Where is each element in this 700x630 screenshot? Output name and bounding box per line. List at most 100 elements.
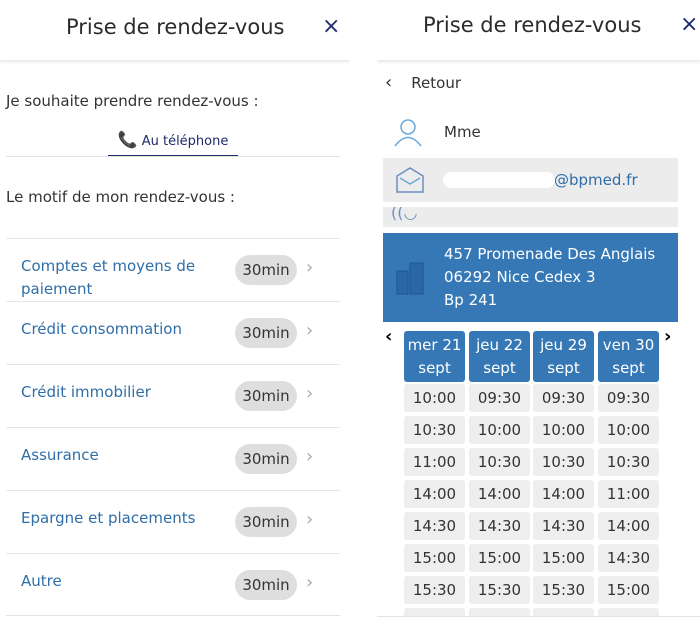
motif-item[interactable]: Comptes et moyens de paiement 30min › <box>6 238 340 301</box>
motif-label: Assurance <box>21 446 99 464</box>
close-icon[interactable]: × <box>322 14 340 39</box>
motif-item[interactable]: Crédit immobilier 30min › <box>6 364 340 427</box>
time-slot[interactable]: 10:30 <box>598 448 659 476</box>
motif-item[interactable]: Epargne et placements 30min › <box>6 490 340 553</box>
back-label: Retour <box>411 74 462 92</box>
close-icon[interactable]: × <box>680 12 698 37</box>
divider <box>377 616 700 617</box>
civility: Mme <box>444 123 481 141</box>
phone-row: ((◡ <box>383 207 678 227</box>
back-button[interactable]: ‹ Retour <box>385 72 461 93</box>
month-label: sept <box>547 359 580 377</box>
time-slot[interactable]: 09:30 <box>469 384 530 412</box>
time-slot[interactable]: 14:30 <box>469 512 530 540</box>
time-slot[interactable]: 15:00 <box>598 576 659 604</box>
motif-item[interactable]: Autre 30min › <box>6 553 340 616</box>
time-slot[interactable]: 15:00 <box>469 544 530 572</box>
header: Prise de rendez-vous × <box>377 0 700 60</box>
page-title: Prise de rendez-vous <box>423 13 642 37</box>
address-line: Bp 241 <box>444 291 498 309</box>
tab-telephone[interactable]: 📞 Au téléphone <box>108 128 238 157</box>
agency-address: 457 Promenade Des Anglais 06292 Nice Ced… <box>383 233 678 322</box>
prompt-label: Je souhaite prendre rendez-vous : <box>6 92 259 110</box>
duration-badge: 30min <box>235 444 297 474</box>
time-slot[interactable]: 16:00 <box>404 608 465 616</box>
time-slot[interactable]: 10:30 <box>533 448 594 476</box>
time-slot[interactable]: 14:30 <box>533 512 594 540</box>
phone-icon: ((◡ <box>391 207 418 222</box>
time-slot[interactable]: 09:30 <box>598 384 659 412</box>
time-slot[interactable]: 09:30 <box>533 384 594 412</box>
time-slot[interactable]: 16:00 <box>469 608 530 616</box>
day-header[interactable]: ven 30 sept <box>598 331 659 382</box>
time-slot[interactable]: 15:30 <box>533 576 594 604</box>
booking-panel: Prise de rendez-vous × ‹ Retour Mme @bpm… <box>377 0 700 630</box>
chevron-right-icon: › <box>306 257 314 278</box>
month-label: sept <box>483 359 516 377</box>
motif-label: Comptes et moyens de paiement <box>21 257 196 298</box>
time-slot[interactable]: 15:30 <box>404 576 465 604</box>
time-slot[interactable]: 10:00 <box>469 416 530 444</box>
time-slot[interactable]: 14:30 <box>404 512 465 540</box>
time-slot[interactable]: 15:30 <box>598 608 659 616</box>
redacted-email <box>443 172 555 188</box>
day-header[interactable]: jeu 29 sept <box>533 331 594 382</box>
divider <box>6 156 340 157</box>
time-slot[interactable]: 15:00 <box>404 544 465 572</box>
next-week-button[interactable]: › <box>664 326 671 347</box>
motif-item[interactable]: Assurance 30min › <box>6 427 340 490</box>
chevron-right-icon: › <box>306 509 314 530</box>
divider <box>6 615 340 616</box>
duration-badge: 30min <box>235 255 297 285</box>
month-label: sept <box>612 359 645 377</box>
day-label: jeu 29 <box>540 336 587 354</box>
month-label: sept <box>418 359 451 377</box>
motif-label: Autre <box>21 572 62 590</box>
time-slot[interactable]: 15:30 <box>469 576 530 604</box>
building-icon <box>396 262 424 295</box>
chevron-right-icon: › <box>306 320 314 341</box>
tab-label: Au téléphone <box>141 134 229 149</box>
email-row: @bpmed.fr <box>383 158 678 202</box>
header: Prise de rendez-vous × <box>0 0 350 60</box>
time-slot[interactable]: 11:00 <box>404 448 465 476</box>
duration-badge: 30min <box>235 507 297 537</box>
address-line: 457 Promenade Des Anglais <box>444 245 656 263</box>
prev-week-button[interactable]: ‹ <box>385 326 392 347</box>
time-slot[interactable]: 10:30 <box>469 448 530 476</box>
time-slot[interactable]: 10:00 <box>404 384 465 412</box>
day-header[interactable]: mer 21 sept <box>404 331 465 382</box>
motif-label: Le motif de mon rendez-vous : <box>6 188 235 206</box>
time-slot[interactable]: 14:00 <box>533 480 594 508</box>
day-label: ven 30 <box>602 336 655 354</box>
chevron-left-icon: ‹ <box>385 72 393 93</box>
time-slots: 10:0010:3011:0014:0014:3015:0015:3016:00… <box>377 384 700 616</box>
page-title: Prise de rendez-vous <box>66 15 285 39</box>
day-label: mer 21 <box>407 336 462 354</box>
time-slot[interactable]: 11:00 <box>598 480 659 508</box>
panel-separator <box>350 0 377 630</box>
person-icon <box>394 119 422 147</box>
time-slot[interactable]: 14:00 <box>469 480 530 508</box>
time-slot[interactable]: 14:00 <box>598 512 659 540</box>
time-slot[interactable]: 10:00 <box>533 416 594 444</box>
email-domain: @bpmed.fr <box>554 171 638 189</box>
time-slot[interactable]: 14:30 <box>598 544 659 572</box>
time-slot[interactable]: 16:00 <box>533 608 594 616</box>
motif-label: Epargne et placements <box>21 509 196 527</box>
time-slot[interactable]: 14:00 <box>404 480 465 508</box>
time-slot[interactable]: 10:00 <box>598 416 659 444</box>
duration-badge: 30min <box>235 570 297 600</box>
day-header[interactable]: jeu 22 sept <box>469 331 530 382</box>
address-line: 06292 Nice Cedex 3 <box>444 268 596 286</box>
chevron-right-icon: › <box>306 383 314 404</box>
day-label: jeu 22 <box>476 336 523 354</box>
time-slot[interactable]: 15:00 <box>533 544 594 572</box>
motif-label: Crédit consommation <box>21 320 182 338</box>
chevron-right-icon: › <box>306 446 314 467</box>
motif-item[interactable]: Crédit consommation 30min › <box>6 301 340 364</box>
motif-label: Crédit immobilier <box>21 383 151 401</box>
chevron-right-icon: › <box>306 572 314 593</box>
phone-icon: 📞 <box>117 130 138 149</box>
time-slot[interactable]: 10:30 <box>404 416 465 444</box>
